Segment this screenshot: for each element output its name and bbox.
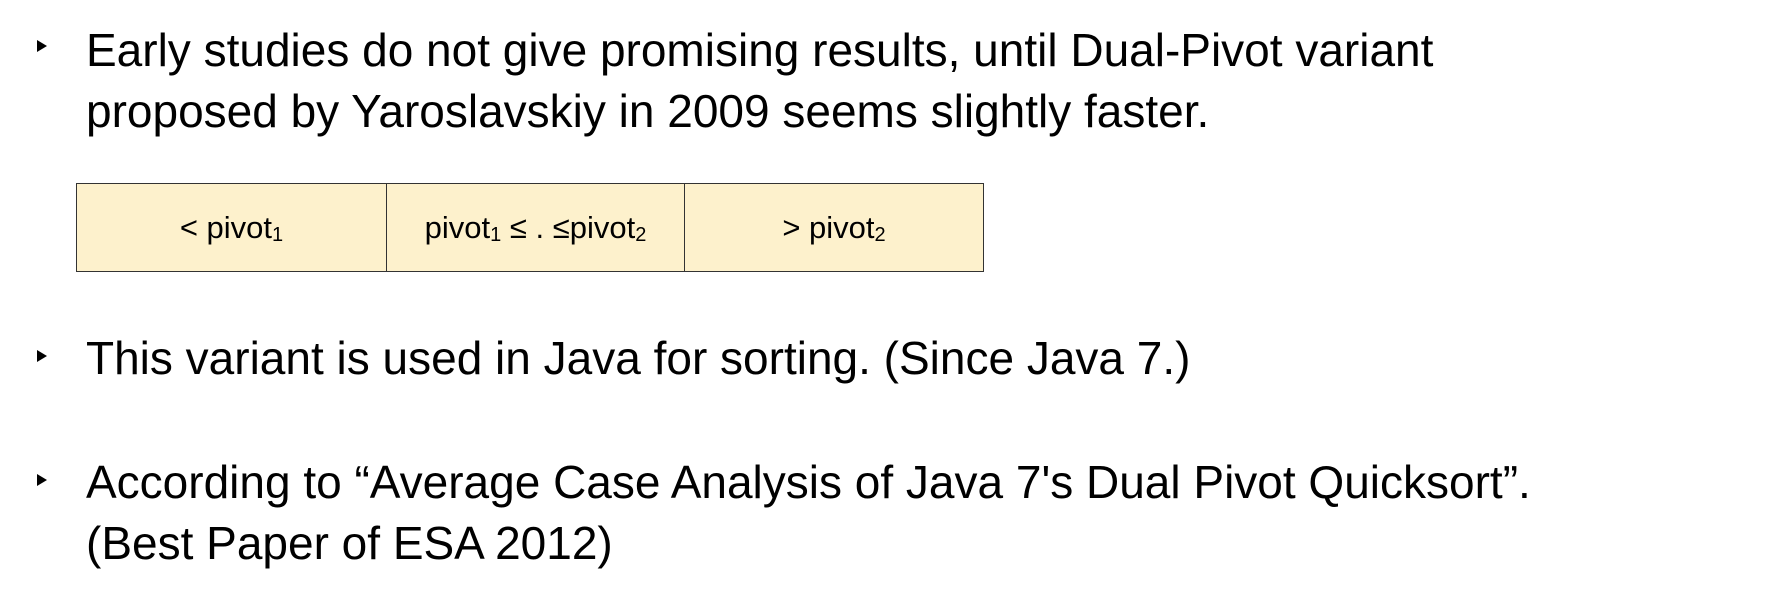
bullet-line: According to “Average Case Analysis of J… <box>86 456 1531 508</box>
bullet-triangle-icon <box>37 474 47 486</box>
bullet-line: This variant is used in Java for sorting… <box>86 332 1191 384</box>
cell-label: > pivot2 <box>782 209 886 246</box>
bullet-text: This variant is used in Java for sorting… <box>86 328 1190 389</box>
partition-cell-between-pivots: pivot1 ≤ . ≤pivot2 <box>386 184 684 271</box>
bullet-line: Early studies do not give promising resu… <box>86 24 1434 76</box>
partition-cell-greater-than-pivot2: > pivot2 <box>684 184 983 271</box>
bullet-text: Early studies do not give promising resu… <box>86 20 1433 142</box>
bullet-triangle-icon <box>37 350 47 362</box>
bullet-line: proposed by Yaroslavskiy in 2009 seems s… <box>86 85 1210 137</box>
bullet-line: (Best Paper of ESA 2012) <box>86 517 613 569</box>
partition-cell-less-than-pivot1: < pivot1 <box>77 184 386 271</box>
dual-pivot-partition-diagram: < pivot1 pivot1 ≤ . ≤pivot2 > pivot2 <box>76 183 984 272</box>
bullet-triangle-icon <box>37 40 47 52</box>
cell-label: pivot1 ≤ . ≤pivot2 <box>424 209 647 246</box>
cell-label: < pivot1 <box>179 209 284 246</box>
bullet-text: According to “Average Case Analysis of J… <box>86 452 1531 574</box>
